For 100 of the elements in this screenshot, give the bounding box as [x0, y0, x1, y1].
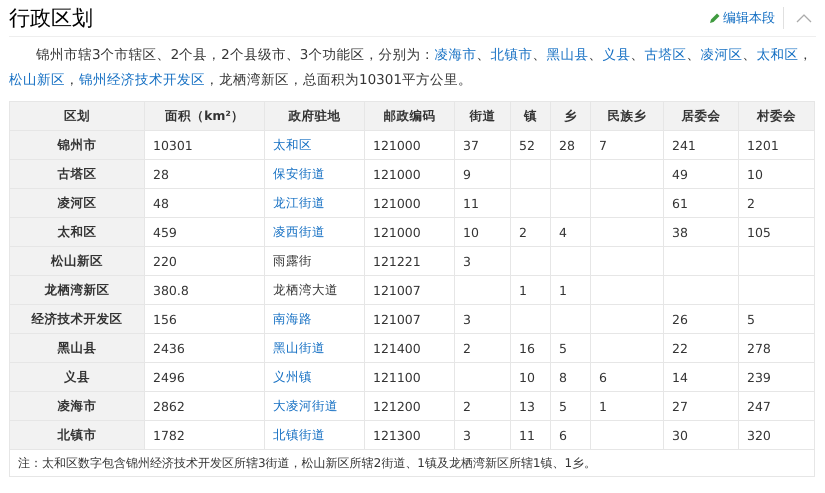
table-cell: 2: [454, 334, 510, 362]
table-cell: 121000: [364, 130, 454, 160]
table-cell: 11: [510, 420, 550, 450]
table-cell: 121221: [364, 246, 454, 276]
link[interactable]: 凌河区: [700, 47, 742, 63]
link[interactable]: 太和区: [756, 47, 798, 63]
table-cell: 16: [510, 334, 550, 362]
table-cell: 3: [454, 304, 510, 334]
table-cell: 6: [590, 362, 664, 392]
table-cell: 27: [664, 392, 738, 420]
table-cell: 121000: [364, 160, 454, 188]
pencil-icon: [708, 12, 721, 24]
section-title: 行政区划: [9, 5, 93, 32]
table-cell: 26: [664, 304, 738, 334]
table-cell: 6: [550, 420, 590, 450]
table-cell: 8: [550, 362, 590, 392]
column-header: 镇: [510, 102, 550, 130]
table-cell: 28: [550, 130, 590, 160]
table-cell: 11: [454, 188, 510, 218]
table-cell: 1: [510, 276, 550, 304]
intro-paragraph: 锦州市辖3个市辖区、2个县，2个县级市、3个功能区，分别为：凌海市、北镇市、黑山县、义县、古塔区、凌河区、太和区， 松山新区，锦州经济技术开发区，龙栖湾新区，总面积为10301平方公里。: [9, 46, 814, 90]
link[interactable]: 义县: [602, 47, 630, 63]
table-cell: 7: [590, 130, 664, 160]
table-cell: 220: [144, 246, 264, 276]
table-cell: 5: [738, 304, 814, 334]
table-cell: 13: [510, 392, 550, 420]
table-cell: 9: [454, 160, 510, 188]
table-cell: 239: [738, 362, 814, 392]
table-cell: 380.8: [144, 276, 264, 304]
table-cell: 156: [144, 304, 264, 334]
row-header: 龙栖湾新区: [10, 276, 144, 304]
table-cell: 247: [738, 392, 814, 420]
table-note: 注：太和区数字包含锦州经济技术开发区所辖3街道，松山新区所辖2街道、1镇及龙栖湾新区所辖1镇、1乡。: [10, 450, 814, 476]
table-cell: 30: [664, 420, 738, 450]
row-header: 经济技术开发区: [10, 304, 144, 334]
table-cell: 121000: [364, 218, 454, 246]
link[interactable]: 古塔区: [644, 47, 686, 63]
row-header: 北镇市: [10, 420, 144, 450]
link[interactable]: 松山新区: [9, 72, 65, 88]
row-header: 锦州市: [10, 130, 144, 160]
table-cell: 2862: [144, 392, 264, 420]
table-cell: 5: [550, 334, 590, 362]
column-header: 政府驻地: [264, 102, 364, 130]
table-cell: 2436: [144, 334, 264, 362]
link[interactable]: 凌海市: [434, 47, 476, 63]
table-cell: 3: [454, 420, 510, 450]
column-header: 区划: [10, 102, 144, 130]
table-cell: 121300: [364, 420, 454, 450]
column-header: 面积（km²）: [144, 102, 264, 130]
table-cell: 1782: [144, 420, 264, 450]
table-cell: 龙栖湾大道: [264, 276, 364, 304]
table-cell: 38: [664, 218, 738, 246]
table-cell: 2496: [144, 362, 264, 392]
table-cell: 49: [664, 160, 738, 188]
link[interactable]: 锦州经济技术开发区: [79, 72, 205, 88]
column-header: 村委会: [738, 102, 814, 130]
table-cell: 320: [738, 420, 814, 450]
table-cell: 3: [454, 246, 510, 276]
table-cell: 雨露街: [264, 246, 364, 276]
table-cell: 4: [550, 218, 590, 246]
table-cell: 459: [144, 218, 264, 246]
link[interactable]: 黑山县: [546, 47, 588, 63]
table-cell: 10301: [144, 130, 264, 160]
link[interactable]: 北镇市: [490, 47, 532, 63]
table-cell: 278: [738, 334, 814, 362]
row-header: 太和区: [10, 218, 144, 246]
table-cell: 2: [510, 218, 550, 246]
table-cell: 121400: [364, 334, 454, 362]
table-cell: 10: [738, 160, 814, 188]
table-cell: 10: [510, 362, 550, 392]
row-header: 黑山县: [10, 334, 144, 362]
table-cell: 14: [664, 362, 738, 392]
row-header: 古塔区: [10, 160, 144, 188]
table-cell: 52: [510, 130, 550, 160]
collapse-icon[interactable]: [796, 13, 812, 23]
column-header: 街道: [454, 102, 510, 130]
table-cell: 1201: [738, 130, 814, 160]
table-cell: 121200: [364, 392, 454, 420]
table-cell: 105: [738, 218, 814, 246]
table-cell: 10: [454, 218, 510, 246]
table-cell: 1: [590, 392, 664, 420]
table-cell: 121100: [364, 362, 454, 392]
table-cell: 1: [550, 276, 590, 304]
table-cell: 61: [664, 188, 738, 218]
table-cell: 28: [144, 160, 264, 188]
row-header: 凌河区: [10, 188, 144, 218]
table-cell: 5: [550, 392, 590, 420]
column-header: 邮政编码: [364, 102, 454, 130]
table-cell: 241: [664, 130, 738, 160]
table-cell: 37: [454, 130, 510, 160]
table-cell: 2: [454, 392, 510, 420]
row-header: 松山新区: [10, 246, 144, 276]
column-header: 居委会: [664, 102, 738, 130]
table-cell: 22: [664, 334, 738, 362]
column-header: 乡: [550, 102, 590, 130]
table-cell: 121007: [364, 276, 454, 304]
table-cell: 121000: [364, 188, 454, 218]
table-cell: 2: [738, 188, 814, 218]
table-cell: 48: [144, 188, 264, 218]
edit-section-link[interactable]: 编辑本段: [708, 9, 775, 27]
